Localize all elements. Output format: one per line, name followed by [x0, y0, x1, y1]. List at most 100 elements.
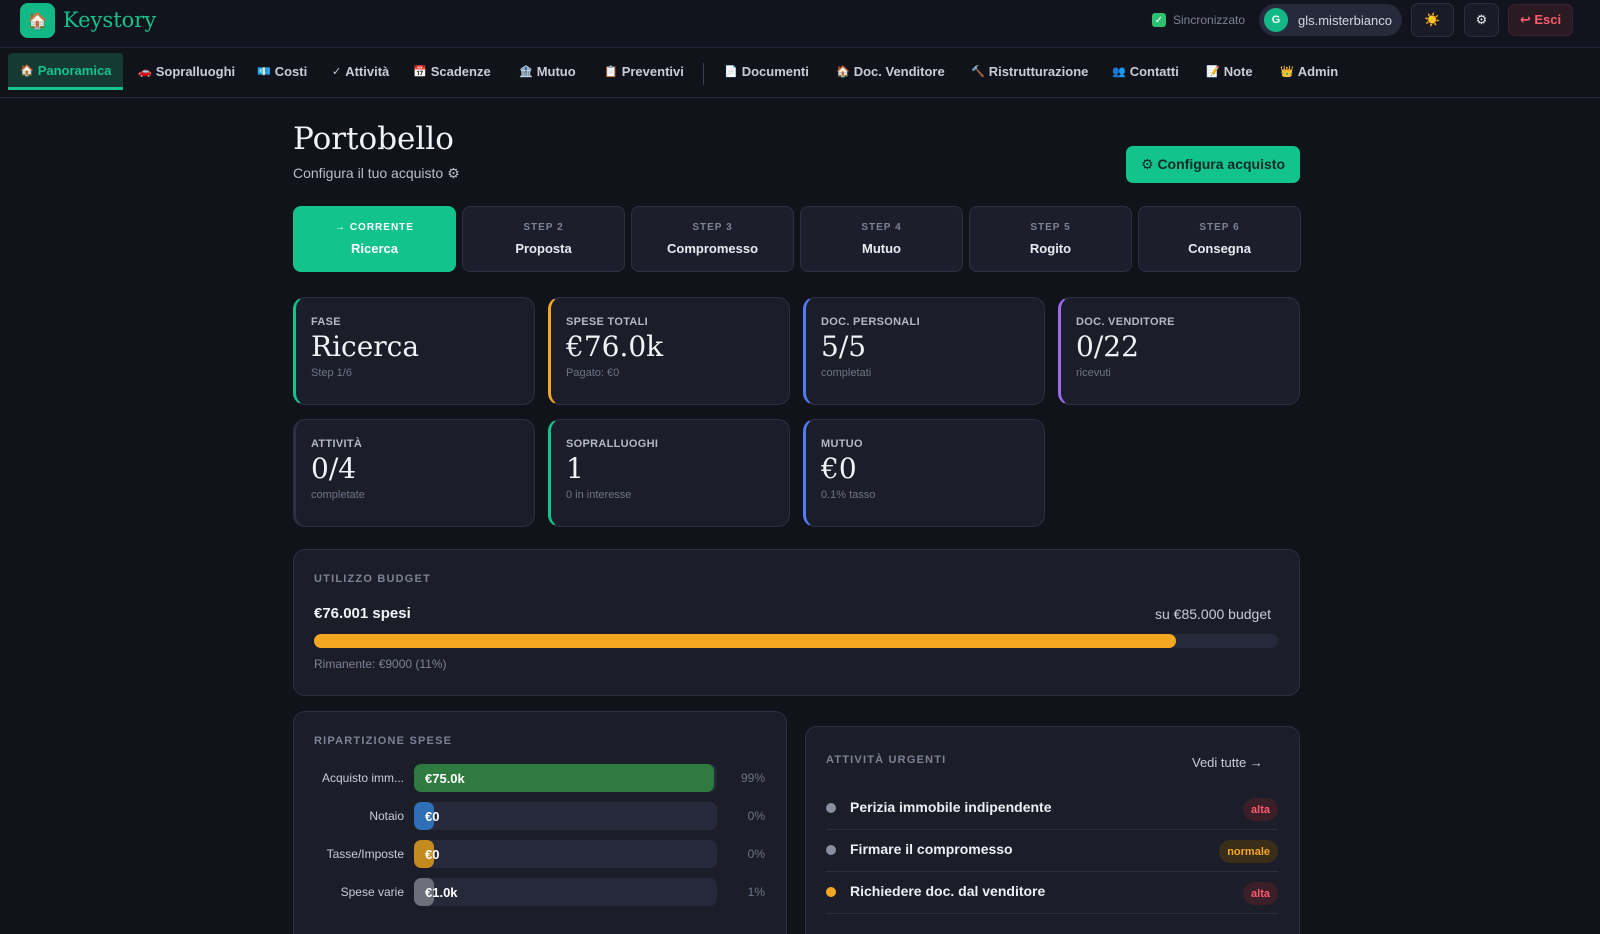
house-icon: 🏠: [836, 66, 850, 78]
breakdown-row-value: €0: [425, 809, 440, 824]
money-icon: 💶: [257, 66, 271, 78]
step-mutuo[interactable]: STEP 4 Mutuo: [800, 206, 963, 272]
logout-button[interactable]: ↩ Esci: [1508, 4, 1573, 36]
budget-total: su €85.000 budget: [1155, 606, 1271, 622]
step-name: Compromesso: [666, 241, 759, 256]
stat-value: Ricerca: [311, 330, 420, 363]
tab-label: Sopralluoghi: [155, 64, 236, 79]
breakdown-row-pct: 1%: [747, 885, 765, 899]
tab-documenti[interactable]: 📄 Documenti: [722, 53, 811, 90]
stat-sub: completati: [821, 367, 872, 379]
stat-card-doc-personali[interactable]: DOC. PERSONALI 5/5 completati: [803, 297, 1045, 405]
breakdown-title: RIPARTIZIONE SPESE: [314, 735, 453, 747]
task-row[interactable]: Richiedere doc. dal venditore alta: [826, 872, 1278, 914]
step-ricerca[interactable]: → CORRENTE Ricerca: [293, 206, 456, 272]
stat-value: 1: [566, 452, 584, 485]
check-icon: ✓: [332, 66, 342, 78]
tab-preventivi[interactable]: 📋 Preventivi: [602, 53, 686, 90]
tab-label: Ristrutturazione: [988, 64, 1089, 79]
step-rogito[interactable]: STEP 5 Rogito: [969, 206, 1132, 272]
sun-icon: ☀️: [1424, 12, 1441, 27]
sync-label: Sincronizzato: [1173, 13, 1246, 27]
bank-icon: 🏦: [519, 66, 533, 78]
task-name: Firmare il compromesso: [850, 841, 1013, 857]
see-all-link[interactable]: Vedi tutte →: [1192, 755, 1263, 770]
breakdown-row-label: Acquisto imm...: [321, 771, 404, 785]
tab-label: Documenti: [741, 64, 809, 79]
gear-icon: ⚙: [1475, 12, 1488, 27]
tab-label: Attività: [345, 64, 390, 79]
status-dot: [826, 803, 836, 813]
tab-sopralluoghi[interactable]: 🚗 Sopralluoghi: [136, 53, 237, 90]
step-name: Proposta: [515, 241, 572, 256]
stat-label: FASE: [311, 316, 341, 328]
stat-sub: Pagato: €0: [566, 367, 620, 379]
stat-card-fase[interactable]: FASE Ricerca Step 1/6: [293, 297, 535, 405]
step-name: Mutuo: [862, 241, 901, 256]
house-icon[interactable]: 🏠: [20, 3, 55, 38]
tab-doc-venditore[interactable]: 🏠 Doc. Venditore: [834, 53, 947, 90]
stat-label: DOC. VENDITORE: [1076, 316, 1175, 328]
breakdown-bar: €1.0k: [414, 878, 717, 906]
stat-label: SOPRALLUOGHI: [566, 438, 659, 450]
stat-label: DOC. PERSONALI: [821, 316, 920, 328]
tab-label: Note: [1223, 64, 1253, 79]
configure-purchase-button[interactable]: ⚙ Configura acquisto: [1126, 146, 1300, 183]
breakdown-row-value: €75.0k: [425, 771, 465, 786]
breakdown-bar: €75.0k: [414, 764, 717, 792]
stat-card-mutuo[interactable]: MUTUO €0 0.1% tasso: [803, 419, 1045, 527]
tab-note[interactable]: 📝 Note: [1204, 53, 1255, 90]
stat-card-spese-totali[interactable]: SPESE TOTALI €76.0k Pagato: €0: [548, 297, 790, 405]
tab-mutuo[interactable]: 🏦 Mutuo: [517, 53, 578, 90]
page-subtitle[interactable]: Configura il tuo acquisto ⚙: [293, 165, 460, 182]
task-row[interactable]: Firmare il compromesso normale: [826, 830, 1278, 872]
breakdown-bar: €0: [414, 840, 717, 868]
breakdown-bar: €0: [414, 802, 717, 830]
avatar: G: [1264, 8, 1288, 32]
priority-badge: alta: [1243, 882, 1278, 905]
stat-card-doc-venditore[interactable]: DOC. VENDITORE 0/22 ricevuti: [1058, 297, 1300, 405]
tab-attivita[interactable]: ✓ Attività: [330, 53, 391, 90]
people-icon: 👥: [1112, 66, 1126, 78]
tab-label: Costi: [274, 64, 308, 79]
breakdown-row-pct: 0%: [747, 809, 765, 823]
user-name: gls.misterbianco: [1298, 12, 1392, 28]
budget-remaining: Rimanente: €9000 (11%): [314, 657, 447, 671]
car-icon: 🚗: [138, 66, 152, 78]
clipboard-icon: 📋: [604, 66, 618, 78]
stat-sub: ricevuti: [1076, 367, 1111, 379]
step-consegna[interactable]: STEP 6 Consegna: [1138, 206, 1301, 272]
stat-label: SPESE TOTALI: [566, 316, 649, 328]
tab-label: Contatti: [1129, 64, 1179, 79]
tab-ristrutturazione[interactable]: 🔨 Ristrutturazione: [969, 53, 1090, 90]
stat-card-attivita[interactable]: ATTIVITÀ 0/4 completate: [293, 419, 535, 527]
stat-card-sopralluoghi[interactable]: SOPRALLUOGHI 1 0 in interesse: [548, 419, 790, 527]
step-name: Rogito: [1029, 241, 1072, 256]
step-status: → CORRENTE: [335, 222, 414, 233]
breakdown-row-label: Spese varie: [340, 885, 404, 899]
step-number: STEP 6: [1199, 222, 1240, 233]
tab-panoramica[interactable]: 🏠 Panoramica: [8, 53, 124, 90]
tab-admin[interactable]: 👑 Admin: [1278, 53, 1340, 90]
tab-costi[interactable]: 💶 Costi: [255, 53, 309, 90]
step-proposta[interactable]: STEP 2 Proposta: [462, 206, 625, 272]
app-name[interactable]: Keystory: [63, 8, 156, 32]
user-menu[interactable]: G gls.misterbianco: [1259, 4, 1402, 36]
sync-status: ✓ Sincronizzato: [1152, 13, 1245, 27]
stat-value: 5/5: [821, 330, 867, 363]
step-name: Ricerca: [351, 241, 398, 256]
task-name: Richiedere doc. dal venditore: [850, 883, 1046, 899]
status-dot: [826, 887, 836, 897]
tab-label: Admin: [1297, 64, 1339, 79]
task-name: Perizia immobile indipendente: [850, 799, 1052, 815]
theme-toggle-button[interactable]: ☀️: [1411, 3, 1454, 37]
main-nav: 🏠 Panoramica 🚗 Sopralluoghi 💶 Costi ✓ At…: [0, 49, 1600, 98]
task-row[interactable]: Perizia immobile indipendente alta: [826, 788, 1278, 830]
budget-panel: [293, 549, 1300, 696]
tab-contatti[interactable]: 👥 Contatti: [1110, 53, 1181, 90]
tab-label: Preventivi: [621, 64, 684, 79]
budget-progress-fill: [314, 634, 1176, 648]
step-compromesso[interactable]: STEP 3 Compromesso: [631, 206, 794, 272]
tab-scadenze[interactable]: 📅 Scadenze: [411, 53, 493, 90]
settings-button[interactable]: ⚙: [1464, 3, 1499, 37]
